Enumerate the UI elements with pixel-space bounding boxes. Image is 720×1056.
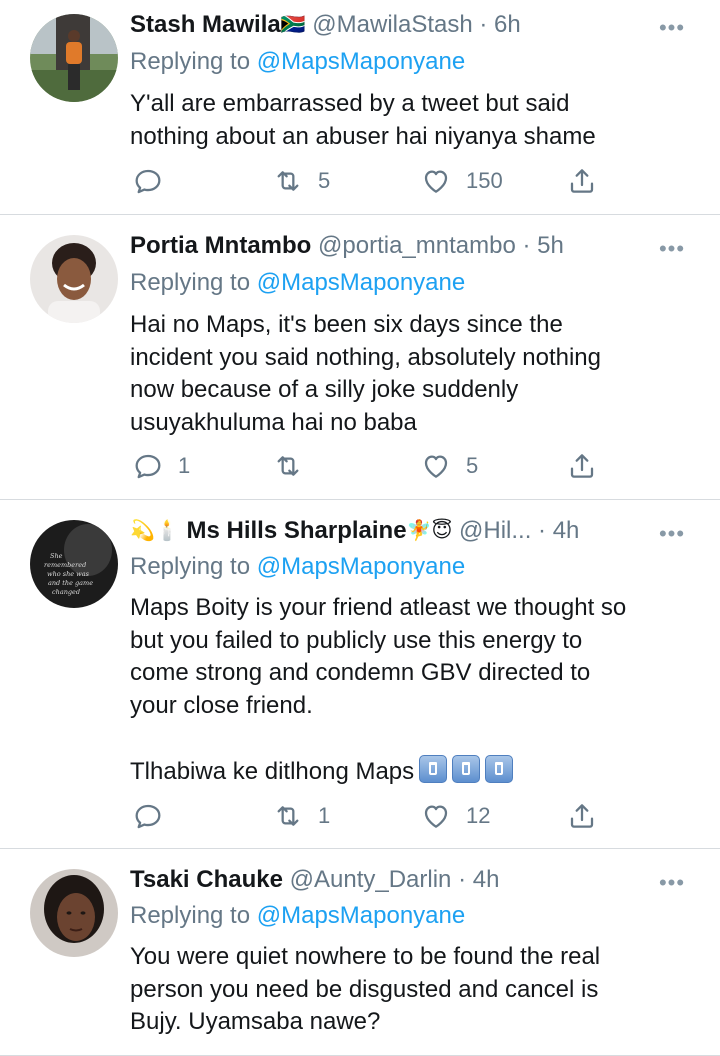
timestamp[interactable]: · 5h: [522, 232, 563, 259]
heart-icon: [424, 170, 448, 193]
avatar-text-line: remembered: [44, 561, 86, 569]
user-handle[interactable]: @portia_mntambo: [318, 232, 516, 259]
retweet-button[interactable]: 1: [272, 798, 330, 834]
display-name[interactable]: Portia Mntambo: [130, 232, 311, 259]
timestamp[interactable]: · 4h: [538, 517, 579, 544]
like-count: 12: [466, 803, 491, 828]
avatar-image: [30, 869, 118, 957]
timestamp[interactable]: · 6h: [479, 11, 520, 38]
tweet-text: Y'all are embarrassed by a tweet but sai…: [130, 90, 596, 150]
tweet-text: You were quiet nowhere to be found the r…: [130, 943, 601, 1035]
heart-icon: [424, 805, 448, 828]
reply-button[interactable]: [132, 798, 178, 834]
like-count: 5: [466, 453, 479, 478]
action-bar: 5 150: [130, 163, 610, 199]
replying-label: Replying to: [130, 48, 251, 75]
action-bar: 1 5: [130, 448, 610, 484]
avatar[interactable]: [30, 235, 118, 323]
retweet-button[interactable]: [272, 448, 318, 484]
mention-link[interactable]: @MapsMaponyane: [257, 269, 465, 296]
fairy-angel-emoji-icon: 🧚😇: [406, 520, 453, 542]
more-options-icon[interactable]: •••: [652, 523, 692, 545]
trash-can-icon: [485, 754, 514, 783]
avatar-image: [30, 14, 118, 102]
reply-button[interactable]: [132, 163, 178, 199]
replying-label: Replying to: [130, 269, 251, 296]
tweet[interactable]: Tsaki Chauke @Aunty_Darlin · 4h ••• Repl…: [0, 849, 720, 1056]
user-handle[interactable]: @MawilaStash: [312, 11, 472, 38]
display-name[interactable]: Stash Mawila: [130, 11, 281, 38]
retweet-button[interactable]: 5: [272, 163, 330, 199]
avatar[interactable]: [30, 14, 118, 102]
avatar-image: She remembered who she was and the game …: [30, 520, 118, 608]
like-button[interactable]: 5: [420, 448, 478, 484]
mention-link[interactable]: @MapsMaponyane: [257, 902, 465, 929]
reply-icon: [135, 804, 161, 829]
more-options-icon[interactable]: •••: [652, 17, 692, 39]
replying-to: Replying to @MapsMaponyane: [130, 266, 465, 300]
retweet-count: 5: [318, 168, 331, 193]
share-icon: [570, 804, 594, 828]
avatar[interactable]: She remembered who she was and the game …: [30, 520, 118, 608]
like-button[interactable]: 12: [420, 798, 490, 834]
sparkle-candle-emoji-icon: 💫🕯️: [130, 520, 180, 542]
reply-button[interactable]: 1: [132, 448, 190, 484]
replying-label: Replying to: [130, 902, 251, 929]
user-handle[interactable]: @Aunty_Darlin: [290, 866, 452, 893]
share-icon: [570, 454, 594, 478]
replying-to: Replying to @MapsMaponyane: [130, 45, 465, 79]
reply-count: 1: [178, 453, 191, 478]
reply-icon: [135, 169, 161, 194]
like-button[interactable]: 150: [420, 163, 503, 199]
tweet-text: Maps Boity is your friend atleast we tho…: [130, 592, 700, 788]
trash-can-icon: [419, 754, 448, 783]
tweet[interactable]: She remembered who she was and the game …: [0, 500, 720, 849]
tweet-text-body: Maps Boity is your friend atleast we tho…: [130, 594, 627, 785]
retweet-icon: [277, 806, 299, 826]
tweet[interactable]: Portia Mntambo @portia_mntambo · 5h ••• …: [0, 215, 720, 500]
tweet-text: Hai no Maps, it's been six days since th…: [130, 311, 601, 436]
timestamp[interactable]: · 4h: [458, 866, 499, 893]
tweet[interactable]: Stash Mawila🇿🇦 @MawilaStash · 6h ••• Rep…: [0, 0, 720, 215]
mention-link[interactable]: @MapsMaponyane: [257, 553, 465, 580]
heart-icon: [424, 455, 448, 478]
tweet-header: Stash Mawila🇿🇦 @MawilaStash · 6h: [130, 8, 650, 42]
user-handle[interactable]: @Hil...: [459, 517, 531, 544]
avatar-image: [30, 235, 118, 323]
avatar-text-line: She: [50, 552, 63, 560]
more-options-icon[interactable]: •••: [652, 238, 692, 260]
like-count: 150: [466, 168, 503, 193]
share-button[interactable]: [566, 163, 598, 199]
share-button[interactable]: [566, 798, 598, 834]
tweet-header: Tsaki Chauke @Aunty_Darlin · 4h: [130, 863, 650, 897]
retweet-icon: [277, 171, 299, 191]
avatar-text-line: and the game: [48, 579, 93, 587]
replying-to: Replying to @MapsMaponyane: [130, 899, 465, 933]
replying-to: Replying to @MapsMaponyane: [130, 550, 465, 584]
mention-link[interactable]: @MapsMaponyane: [257, 48, 465, 75]
share-icon: [570, 169, 594, 193]
display-name[interactable]: Tsaki Chauke: [130, 866, 283, 893]
retweet-count: 1: [318, 803, 331, 828]
trash-can-icon: [452, 754, 481, 783]
action-bar: 1 12: [130, 798, 610, 834]
avatar[interactable]: [30, 869, 118, 957]
tweet-header: Portia Mntambo @portia_mntambo · 5h: [130, 229, 650, 263]
south-africa-flag-icon: 🇿🇦: [280, 14, 306, 36]
avatar-text-line: changed: [52, 588, 80, 596]
retweet-icon: [277, 456, 299, 476]
reply-icon: [135, 454, 161, 479]
share-button[interactable]: [566, 448, 598, 484]
more-options-icon[interactable]: •••: [652, 872, 692, 894]
display-name[interactable]: Ms Hills Sharplaine: [186, 517, 406, 544]
avatar-text-line: who she was: [47, 570, 90, 578]
replying-label: Replying to: [130, 553, 251, 580]
tweet-header: 💫🕯️ Ms Hills Sharplaine🧚😇 @Hil... · 4h: [130, 514, 650, 548]
